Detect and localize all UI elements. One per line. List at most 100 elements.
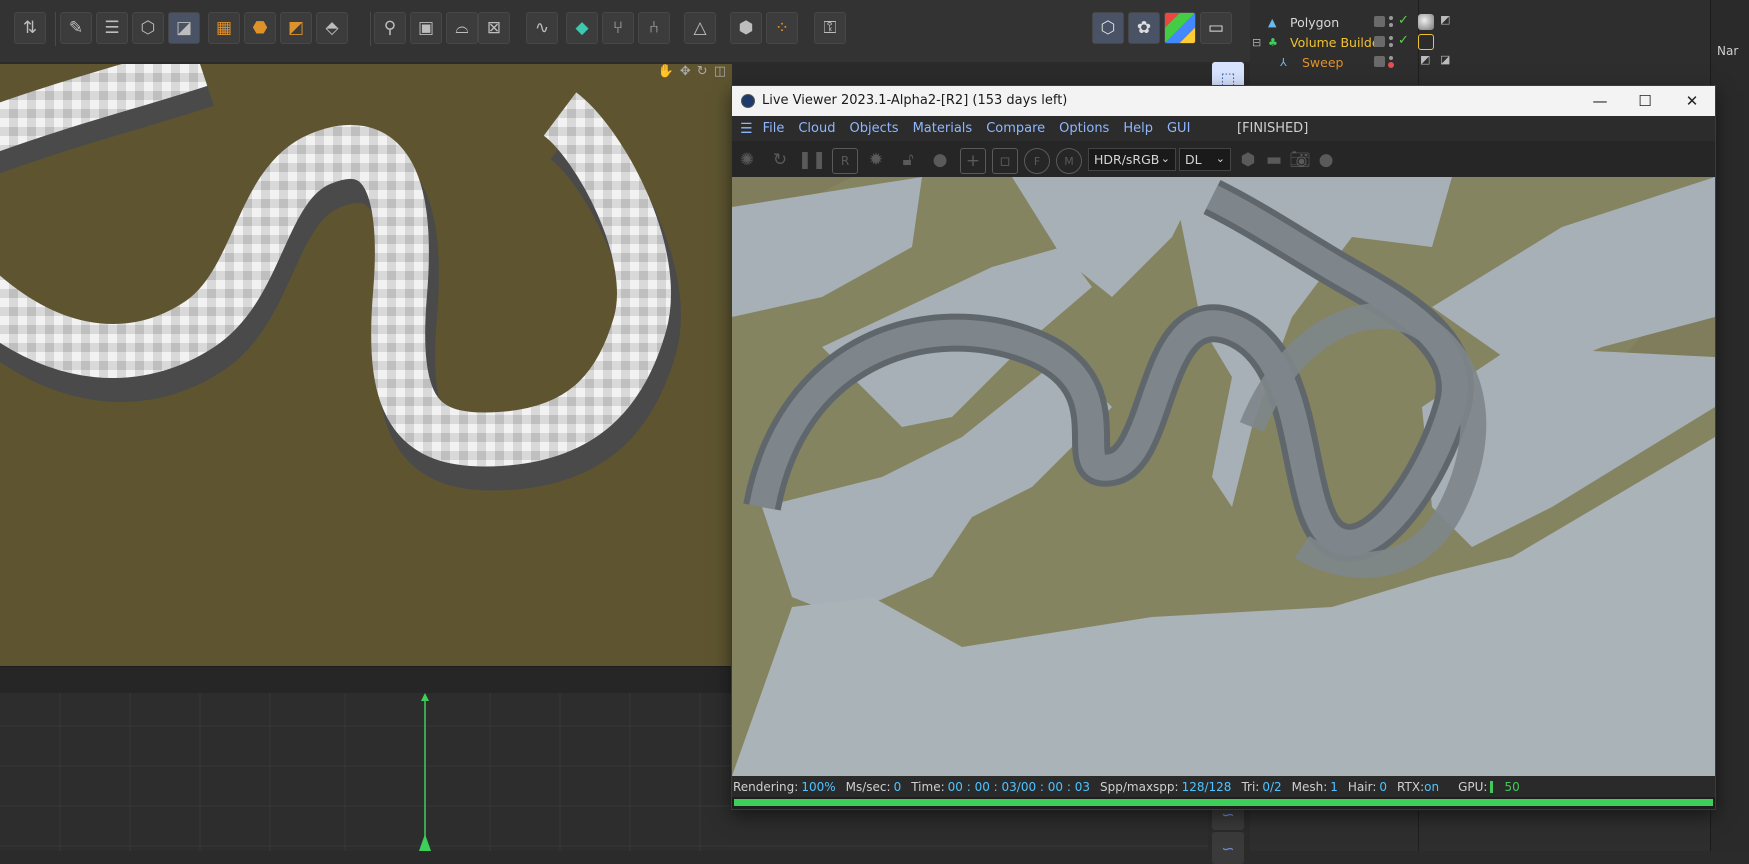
enabled-check-icon[interactable]: ✓ bbox=[1398, 33, 1409, 48]
volume-icon[interactable]: ⚲ bbox=[374, 12, 406, 44]
edit-tool-icon[interactable]: ◪ bbox=[168, 12, 200, 44]
camera-box-icon[interactable]: ⬢ bbox=[730, 12, 762, 44]
maximize-button[interactable]: ☐ bbox=[1625, 90, 1665, 112]
menu-help[interactable]: Help bbox=[1123, 121, 1153, 136]
color-space-select[interactable]: HDR/sRGB ⌄ bbox=[1088, 148, 1176, 171]
add-icon[interactable]: + bbox=[960, 148, 986, 174]
hair-label: Hair: bbox=[1347, 779, 1377, 794]
close-button[interactable]: ✕ bbox=[1672, 90, 1712, 112]
render-object-icon[interactable]: ◆ bbox=[566, 12, 598, 44]
menu-compare[interactable]: Compare bbox=[986, 121, 1045, 136]
unlock-icon[interactable]: 🔓︎ bbox=[896, 148, 920, 172]
folder-icon[interactable]: ▭ bbox=[1200, 12, 1232, 44]
render-status-bar: Rendering: 100% Ms/sec: 0 Time: 00 : 00 … bbox=[732, 776, 1715, 797]
mode-icon[interactable]: ⬡ bbox=[1092, 12, 1124, 44]
transform-tool-icon[interactable]: ⇅ bbox=[14, 12, 46, 44]
sphere-icon[interactable]: ● bbox=[928, 148, 952, 172]
aperture-icon[interactable]: ✺ bbox=[735, 148, 759, 172]
menu-materials[interactable]: Materials bbox=[913, 121, 973, 136]
settings-gear-icon[interactable]: ✹ bbox=[864, 148, 888, 172]
fork-icon[interactable]: ⑃ bbox=[638, 12, 670, 44]
spline-tool-icon[interactable]: ☰ bbox=[96, 12, 128, 44]
hamburger-icon[interactable]: ☰ bbox=[740, 121, 753, 137]
material-mode-icon[interactable]: M bbox=[1056, 148, 1082, 174]
region-render-icon[interactable]: R bbox=[832, 148, 858, 174]
menu-options[interactable]: Options bbox=[1059, 121, 1109, 136]
volume-builder-icon: ♣ bbox=[1268, 35, 1278, 49]
cube-icon[interactable]: ⬡ bbox=[132, 12, 164, 44]
object-row-volume-builder[interactable]: ⊟ ♣ Volume Builder ✓ bbox=[1250, 32, 1670, 52]
toolbar-group-3: ▦ ⬣ ◩ ⬘ bbox=[208, 12, 348, 48]
python-icon-2[interactable]: ∽ bbox=[1212, 832, 1244, 864]
render-progress-fill bbox=[734, 799, 1713, 806]
material-tag-icon[interactable] bbox=[1418, 14, 1434, 30]
pen-tool-icon[interactable]: ✎ bbox=[60, 12, 92, 44]
hexagon-icon[interactable]: ⬢ bbox=[1236, 148, 1260, 172]
refresh-icon[interactable]: ↻ bbox=[768, 148, 792, 172]
menu-file[interactable]: File bbox=[763, 121, 785, 136]
mssec-value: 0 bbox=[893, 779, 902, 794]
render-progress-bar bbox=[734, 799, 1713, 806]
kernel-mode-value: DL bbox=[1185, 152, 1202, 167]
layout-icon[interactable]: ◫ bbox=[714, 64, 726, 79]
fan-icon[interactable]: ✿ bbox=[1128, 12, 1160, 44]
pause-icon[interactable]: ❚❚ bbox=[798, 148, 827, 172]
toolbar-group-10: ⚿ bbox=[814, 12, 846, 48]
lock-icon[interactable]: ⚿ bbox=[814, 12, 846, 44]
timeline-header bbox=[0, 666, 732, 693]
pan-icon[interactable]: ✋ bbox=[658, 64, 674, 79]
deformer-icon[interactable]: ◩ bbox=[280, 12, 312, 44]
palette-icon[interactable] bbox=[1164, 12, 1196, 44]
live-viewer-toolbar: ✺ ↻ ❚❚ R ✹ 🔓︎ ● + ▫ F M HDR/sRGB ⌄ DL ⌄ … bbox=[732, 141, 1715, 177]
camera-icon[interactable]: 📷︎ bbox=[1288, 148, 1312, 172]
enabled-check-icon[interactable]: ✓ bbox=[1398, 13, 1409, 28]
object-name: Sweep bbox=[1302, 54, 1344, 70]
branch-icon[interactable]: ⑂ bbox=[602, 12, 634, 44]
chevron-down-icon: ⌄ bbox=[1215, 152, 1225, 165]
particles-icon[interactable]: ⁘ bbox=[766, 12, 798, 44]
gpu-value: 50 bbox=[1504, 779, 1520, 794]
film-icon[interactable]: ▬ bbox=[1262, 148, 1286, 172]
frame-icon[interactable]: ▫ bbox=[992, 148, 1018, 174]
field-icon[interactable]: ⬘ bbox=[316, 12, 348, 44]
tag-icon-2[interactable]: ◪ bbox=[1440, 53, 1450, 66]
object-row-sweep[interactable]: ⅄ Sweep ◩ ◪ bbox=[1250, 52, 1670, 72]
mssec-label: Ms/sec: bbox=[845, 779, 891, 794]
focus-icon[interactable]: F bbox=[1024, 148, 1050, 174]
selected-tag-icon[interactable] bbox=[1418, 34, 1434, 50]
arch-icon[interactable]: ⌓ bbox=[446, 12, 478, 44]
collapse-icon[interactable]: ⊟ bbox=[1252, 36, 1261, 49]
triangle-icon[interactable]: △ bbox=[684, 12, 716, 44]
frame-icon[interactable]: ▣ bbox=[410, 12, 442, 44]
grid-object-icon[interactable]: ▦ bbox=[208, 12, 240, 44]
rtx-value: on bbox=[1424, 779, 1440, 794]
path-icon[interactable]: ∿ bbox=[526, 12, 558, 44]
render-output[interactable] bbox=[732, 177, 1715, 776]
tag-icon[interactable]: ◩ bbox=[1440, 13, 1450, 26]
rotate-icon[interactable]: ↻ bbox=[697, 64, 708, 79]
move-icon[interactable]: ✥ bbox=[680, 64, 691, 79]
layer-icon[interactable] bbox=[1374, 56, 1385, 67]
kernel-mode-select[interactable]: DL ⌄ bbox=[1179, 148, 1231, 171]
color-space-value: HDR/sRGB bbox=[1094, 152, 1160, 167]
rendered-terrain-image bbox=[732, 177, 1715, 776]
tag-icon[interactable]: ◩ bbox=[1420, 53, 1430, 66]
layer-icon[interactable] bbox=[1374, 16, 1385, 27]
rtx-label: RTX: bbox=[1397, 779, 1425, 794]
xref-icon[interactable]: ⊠ bbox=[478, 12, 510, 44]
menu-gui[interactable]: GUI bbox=[1167, 121, 1190, 136]
live-viewer-window: Live Viewer 2023.1-Alpha2-[R2] (153 days… bbox=[731, 85, 1716, 810]
window-title: Live Viewer 2023.1-Alpha2-[R2] (153 days… bbox=[762, 93, 1068, 108]
mesh-value: 1 bbox=[1330, 779, 1338, 794]
3d-viewport[interactable]: ✋ ✥ ↻ ◫ bbox=[0, 64, 732, 666]
menu-objects[interactable]: Objects bbox=[849, 121, 898, 136]
spp-value: 128/128 bbox=[1181, 779, 1232, 794]
window-titlebar[interactable]: Live Viewer 2023.1-Alpha2-[R2] (153 days… bbox=[732, 86, 1715, 116]
circle-icon[interactable]: ● bbox=[1314, 148, 1338, 172]
object-row-polygon[interactable]: ▲ Polygon ✓ ◩ bbox=[1250, 12, 1670, 32]
menu-cloud[interactable]: Cloud bbox=[798, 121, 835, 136]
toolbar-group-1: ⇅ bbox=[14, 12, 46, 48]
layer-icon[interactable] bbox=[1374, 36, 1385, 47]
cloner-icon[interactable]: ⬣ bbox=[244, 12, 276, 44]
minimize-button[interactable]: — bbox=[1580, 90, 1620, 112]
